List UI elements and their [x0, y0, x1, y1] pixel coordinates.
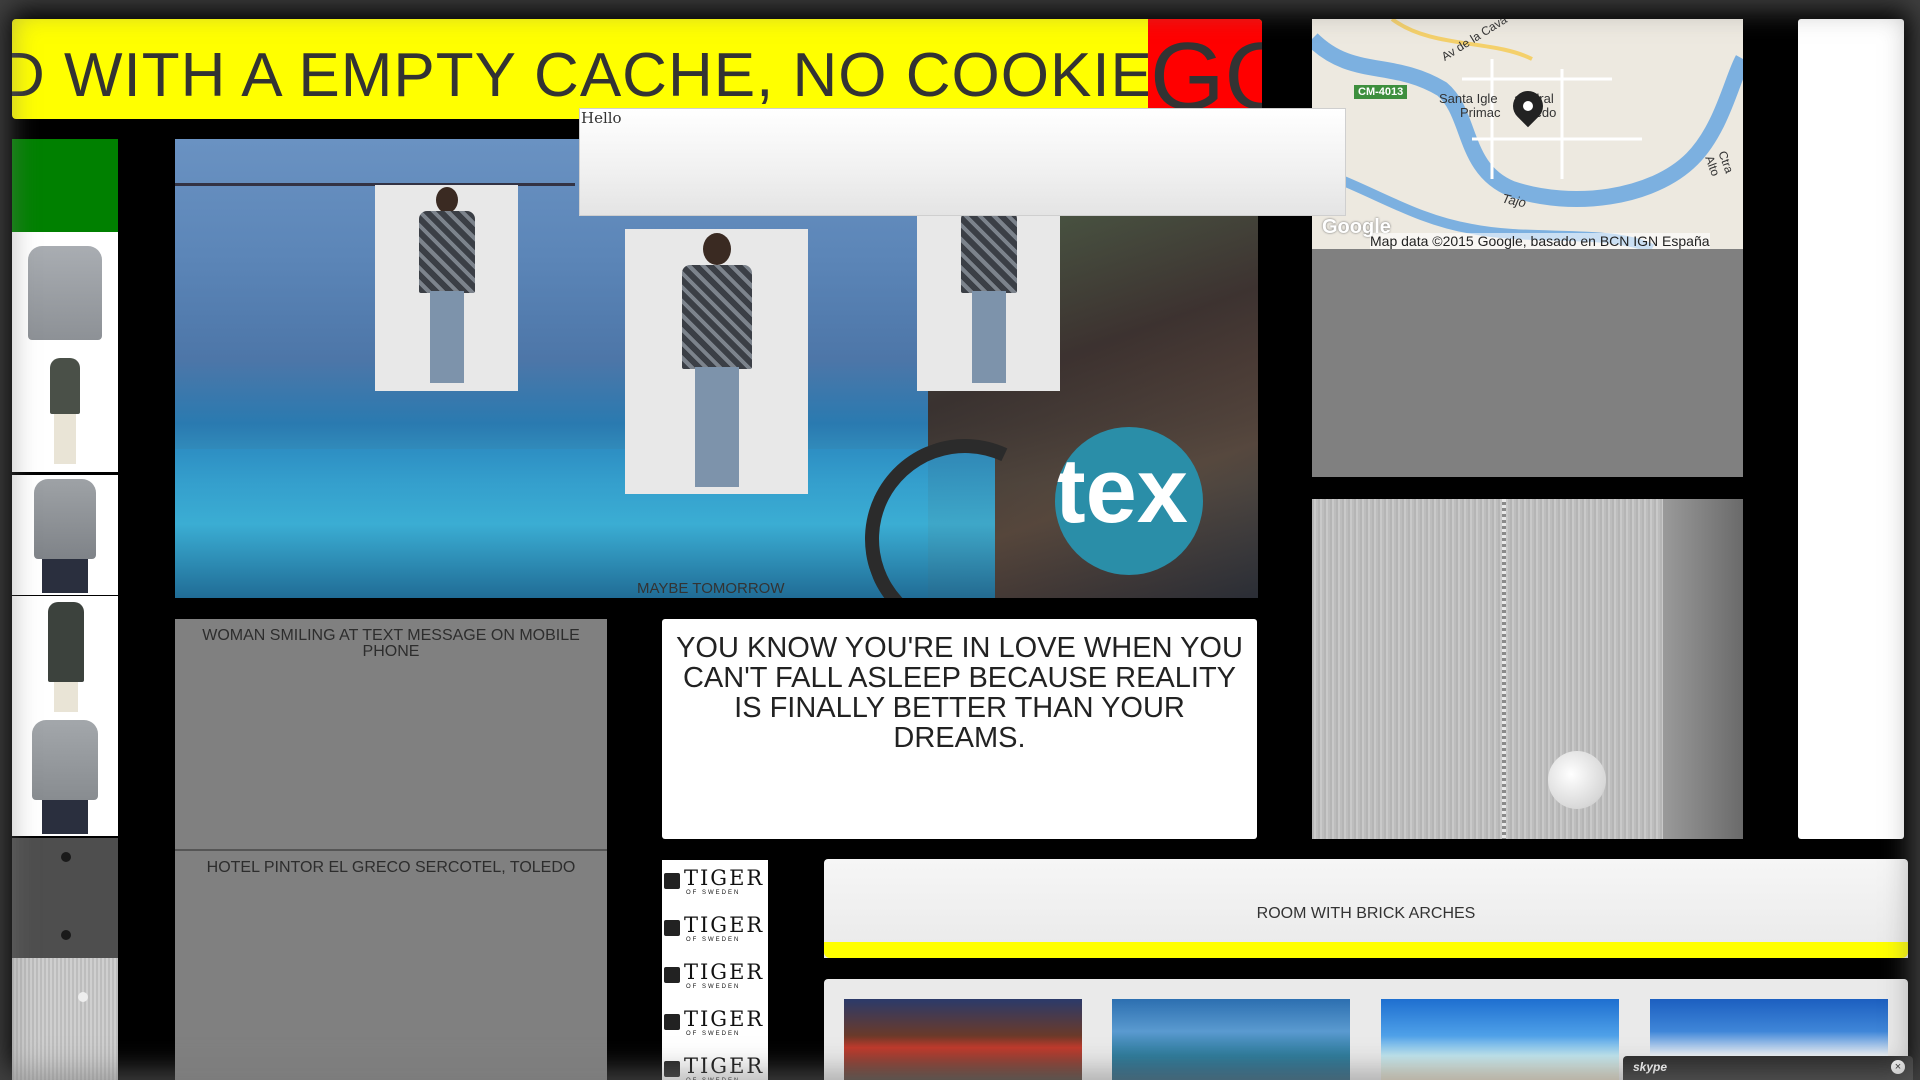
- marquee-text: D WITH A EMPTY CACHE, NO COOKIES A: [12, 41, 1253, 110]
- thumb-shirt-4[interactable]: [12, 596, 118, 716]
- room-accent-bar: [824, 942, 1908, 958]
- model-photo-left: [375, 185, 518, 391]
- tiger-logo: TIGEROF SWEDEN: [662, 907, 768, 954]
- thumb-shirt-5[interactable]: [12, 716, 118, 836]
- thumb-shirt-1[interactable]: [12, 232, 118, 352]
- marquee-banner: D WITH A EMPTY CACHE, NO COOKIES A GO: [12, 19, 1262, 119]
- map-place-label: Santa Igle: [1439, 91, 1498, 106]
- map-river-svg: [1312, 19, 1743, 249]
- skype-bar[interactable]: skype ×: [1623, 1056, 1913, 1080]
- tiger-word: TIGER: [684, 1054, 765, 1078]
- tex-logo-text: tex: [1055, 440, 1188, 542]
- tiger-sub: OF SWEDEN: [686, 1031, 741, 1037]
- panel-woman-smiling[interactable]: WOMAN SMILING AT TEXT MESSAGE ON MOBILE …: [175, 619, 607, 849]
- tex-logo-badge[interactable]: tex: [1055, 427, 1203, 575]
- tiger-word: TIGER: [684, 913, 765, 937]
- popup-text: Hello: [581, 109, 622, 127]
- quote-card: YOU KNOW YOU'RE IN LOVE WHEN YOU CAN'T F…: [662, 619, 1257, 839]
- panel-hotel[interactable]: HOTEL PINTOR EL GRECO SERCOTEL, TOLEDO: [175, 849, 607, 1080]
- tiger-word: TIGER: [684, 960, 765, 984]
- tiger-logo: TIGEROF SWEDEN: [662, 1001, 768, 1048]
- tiger-emblem-icon: [664, 1014, 680, 1030]
- tiger-emblem-icon: [664, 873, 680, 889]
- thumb-shirt-3[interactable]: [12, 475, 118, 595]
- map-place-label: Primac: [1460, 105, 1501, 120]
- panel-caption: WOMAN SMILING AT TEXT MESSAGE ON MOBILE …: [202, 627, 580, 660]
- hello-popup[interactable]: Hello: [579, 108, 1346, 216]
- shirt-button-image: [1548, 751, 1606, 809]
- gallery-photo-street[interactable]: [844, 999, 1082, 1080]
- gallery-photo-beach[interactable]: [1381, 999, 1619, 1080]
- tiger-emblem-icon: [664, 920, 680, 936]
- close-icon[interactable]: ×: [1891, 1060, 1905, 1074]
- gallery-photo-pool[interactable]: [1112, 999, 1350, 1080]
- marquee-overflow-text: GO: [1150, 23, 1262, 120]
- tiger-word: TIGER: [684, 866, 765, 890]
- panel-caption: HOTEL PINTOR EL GRECO SERCOTEL, TOLEDO: [206, 859, 576, 876]
- quote-text: YOU KNOW YOU'RE IN LOVE WHEN YOU CAN'T F…: [676, 632, 1243, 754]
- thumb-shirt-2[interactable]: [12, 352, 118, 472]
- tiger-word: TIGER: [684, 1007, 765, 1031]
- hero-caption: MAYBE TOMORROW: [637, 580, 785, 597]
- tiger-sub: OF SWEDEN: [686, 984, 741, 990]
- tiger-sub: OF SWEDEN: [686, 890, 741, 896]
- tiger-logo: TIGEROF SWEDEN: [662, 954, 768, 1001]
- map-lower-panel: [1312, 249, 1743, 477]
- tiger-logo: TIGEROF SWEDEN: [662, 1048, 768, 1080]
- map-attribution[interactable]: Map data ©2015 Google, basado en BCN IGN…: [1370, 233, 1710, 249]
- tiger-logo-strip[interactable]: TIGER OF SWEDEN TIGER OF SWEDEN TIGER OF SW…: [662, 860, 768, 1080]
- map-road-badge: CM-4013: [1354, 85, 1408, 99]
- model-photo-center: [625, 229, 808, 494]
- thumb-fabric-light[interactable]: [12, 958, 118, 1080]
- tiger-emblem-icon: [664, 1061, 680, 1077]
- tiger-emblem-icon: [664, 967, 680, 983]
- marquee-overflow-block: GO: [1148, 19, 1262, 119]
- fabric-closeup-image: [1312, 499, 1743, 839]
- map-widget[interactable]: CM-4013 Av de la Cava Santa Igle Primac …: [1312, 19, 1743, 249]
- skype-logo: skype: [1633, 1060, 1668, 1074]
- room-caption: ROOM WITH BRICK ARCHES: [1256, 905, 1476, 922]
- thumb-fabric-dark[interactable]: [12, 838, 118, 958]
- tiger-logo: TIGEROF SWEDEN: [662, 860, 768, 907]
- tiger-sub: OF SWEDEN: [686, 937, 741, 943]
- right-white-panel: [1798, 19, 1904, 839]
- thumb-green-block[interactable]: [12, 139, 118, 232]
